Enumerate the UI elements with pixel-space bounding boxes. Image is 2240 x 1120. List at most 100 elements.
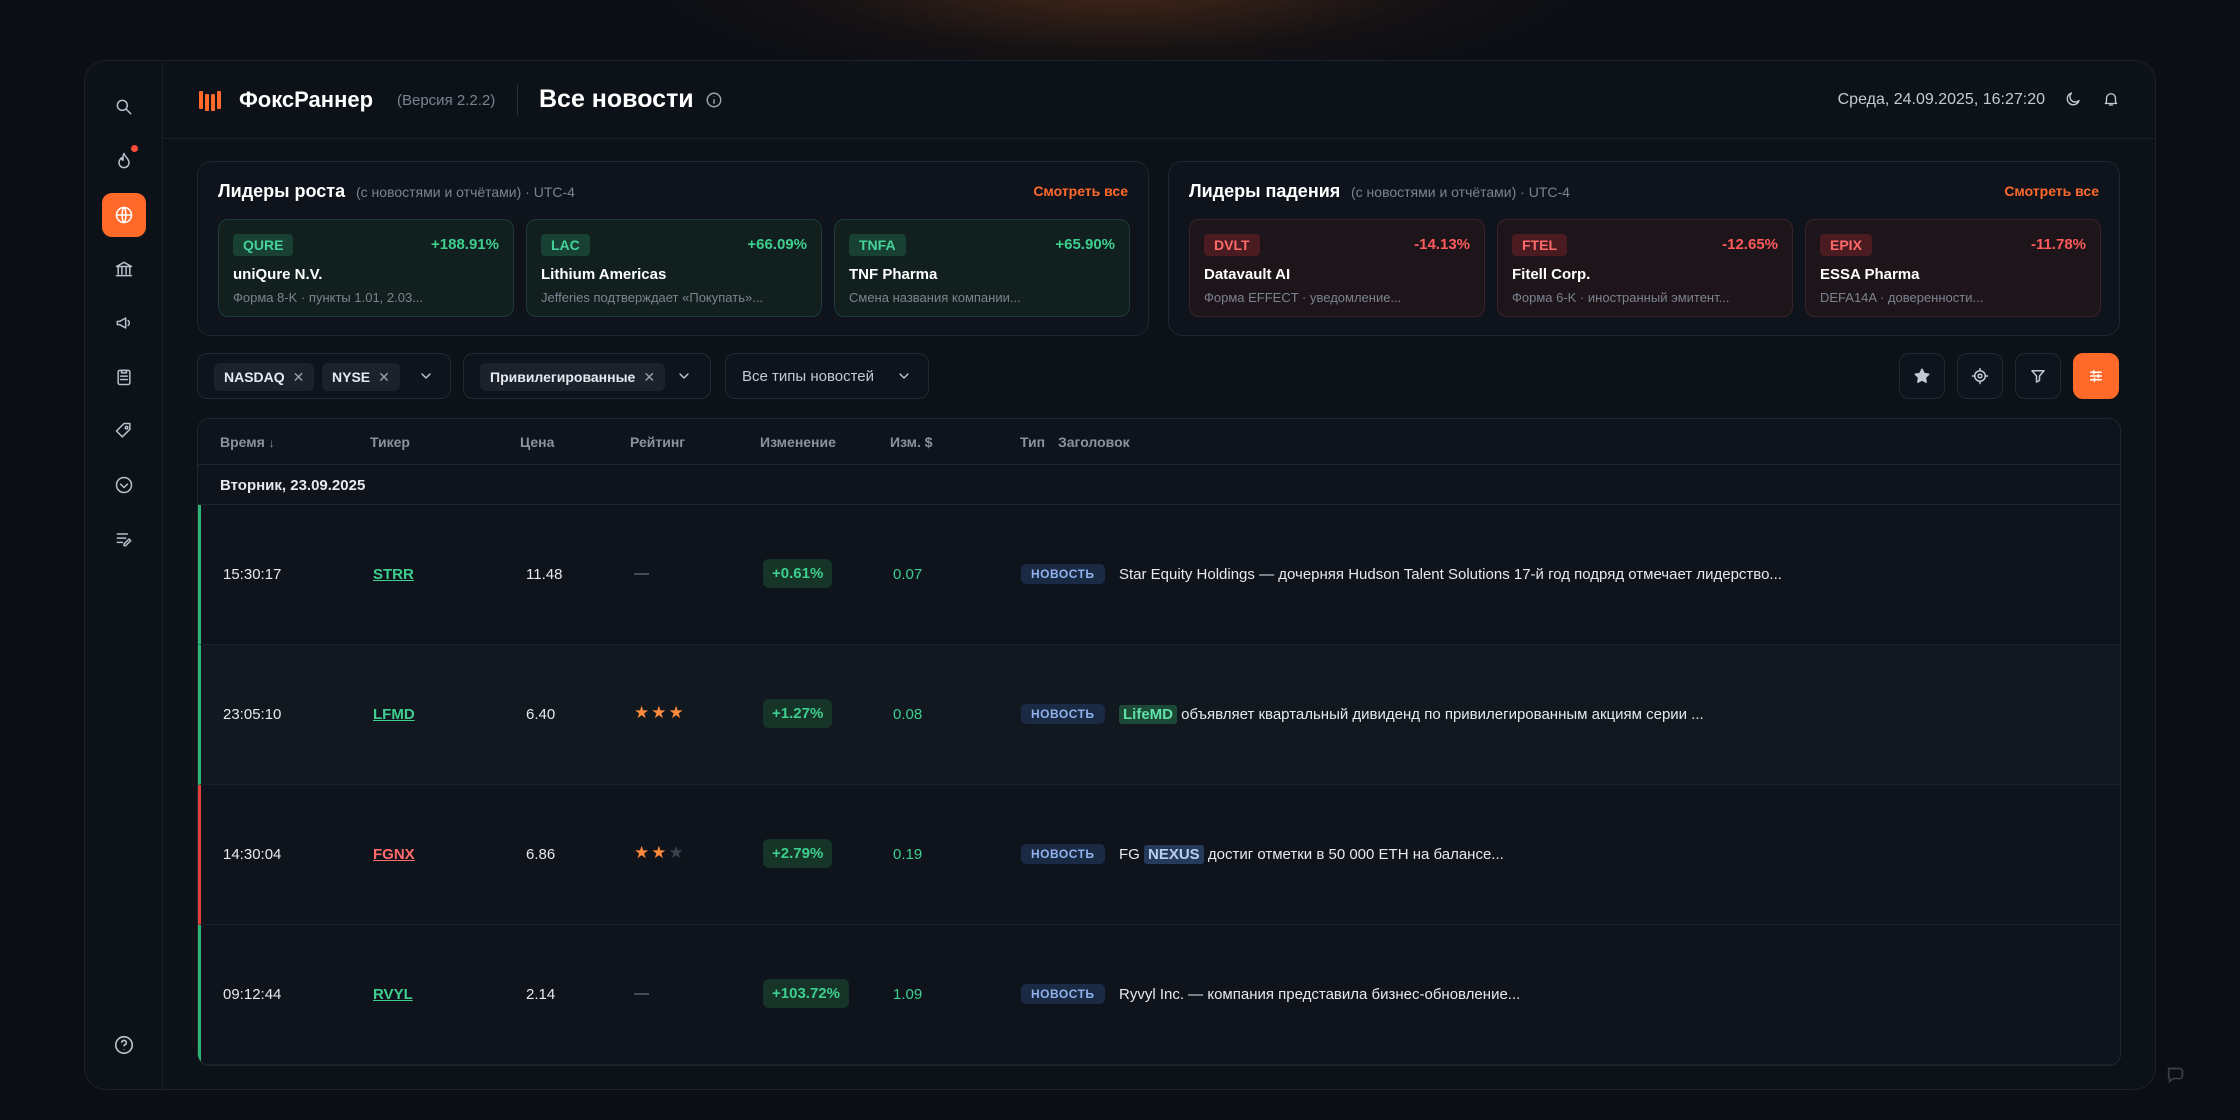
row-price: 6.40 (526, 706, 556, 723)
losers-title: Лидеры падения (1189, 181, 1341, 201)
page-title: Все новости (539, 85, 694, 113)
help-icon[interactable] (113, 1034, 135, 1056)
chip-label: Привилегированные (490, 369, 636, 385)
datetime: Среда, 24.09.2025, 16:27:20 (1837, 91, 2045, 108)
row-change: +0.61% (763, 559, 833, 588)
table-row[interactable]: 15:30:17 STRR 11.48 — +0.61% 0.07 НОВОСТ… (198, 505, 2120, 645)
table-row[interactable]: 23:05:10 LFMD 6.40 ★★★ +1.27% 0.08 НОВОС… (198, 645, 2120, 785)
loser-card[interactable]: FTEL -12.65% Fitell Corp. Форма 6-K · ин… (1497, 219, 1793, 317)
settings-button[interactable] (2073, 353, 2119, 399)
column-change[interactable]: Изменение (760, 434, 836, 450)
funnel-icon (2031, 370, 2045, 383)
column-rating[interactable]: Рейтинг (630, 434, 685, 450)
header: ФоксРаннер (Версия 2.2.2) Все новости Ср… (163, 61, 2155, 139)
sliders-icon (2090, 370, 2102, 382)
bell-icon[interactable] (2099, 87, 2123, 111)
fire-icon[interactable] (102, 139, 146, 183)
security-chip[interactable]: Привилегированные ✕ (480, 363, 666, 391)
column-price[interactable]: Цена (520, 434, 554, 450)
row-headline[interactable]: FG NEXUS достиг отметки в 50 000 ETH на … (1119, 845, 1504, 864)
close-icon[interactable]: ✕ (643, 369, 655, 386)
card-change: -11.78% (2030, 236, 2086, 253)
gainers-see-all-link[interactable]: Смотреть все (1033, 183, 1128, 199)
news-table: Время ↓ Тикер Цена Рейтинг Изменение Изм… (197, 418, 2121, 1066)
chevron-down-icon[interactable] (418, 368, 434, 384)
edit-list-icon[interactable] (102, 517, 146, 561)
sidebar (85, 61, 163, 1089)
chevron-down-icon[interactable] (676, 368, 692, 384)
card-description: Смена названия компании... (849, 290, 1021, 305)
gainers-subtitle: (с новостями и отчётами) · UTC-4 (356, 184, 575, 200)
column-headline[interactable]: Заголовок (1058, 434, 1130, 450)
row-headline[interactable]: LifeMD объявляет квартальный дивиденд по… (1119, 705, 1704, 724)
loser-card[interactable]: DVLT -14.13% Datavault AI Форма EFFECT ·… (1189, 219, 1485, 317)
clipboard-icon[interactable] (102, 355, 146, 399)
close-icon[interactable]: ✕ (293, 369, 305, 386)
loser-card[interactable]: EPIX -11.78% ESSA Pharma DEFA14A · довер… (1805, 219, 2101, 317)
globe-icon[interactable] (102, 193, 146, 237)
gainers-title: Лидеры роста (218, 181, 346, 201)
row-ticker[interactable]: STRR (373, 566, 414, 583)
table-row[interactable]: 09:12:44 RVYL 2.14 — +103.72% 1.09 НОВОС… (198, 925, 2120, 1065)
filter-button[interactable] (2015, 353, 2061, 399)
search-icon[interactable] (102, 85, 146, 129)
gainers-panel: Лидеры роста (с новостями и отчётами) · … (197, 161, 1149, 336)
row-change-usd: 0.08 (893, 706, 923, 723)
row-headline[interactable]: Star Equity Holdings — дочерняя Hudson T… (1119, 566, 1782, 583)
card-ticker: QURE (233, 234, 294, 256)
gainer-card[interactable]: LAC +66.09% Lithium Americas Jefferies п… (526, 219, 822, 317)
row-rating-stars: ★★★ (634, 703, 686, 722)
header-divider (517, 85, 518, 115)
row-change: +2.79% (763, 839, 833, 868)
moon-icon[interactable] (2061, 87, 2085, 111)
card-ticker: LAC (541, 234, 590, 256)
exchange-chip[interactable]: NYSE ✕ (322, 363, 400, 391)
column-ticker[interactable]: Тикер (370, 434, 410, 450)
row-change-usd: 0.07 (893, 566, 923, 583)
news-type-badge: НОВОСТЬ (1021, 844, 1105, 864)
row-rating-stars: ★★★ (634, 843, 686, 862)
row-price: 11.48 (526, 566, 563, 583)
news-type-badge: НОВОСТЬ (1021, 564, 1105, 584)
card-change: +188.91% (431, 236, 499, 253)
close-icon[interactable]: ✕ (378, 369, 390, 386)
megaphone-icon[interactable] (102, 301, 146, 345)
row-headline[interactable]: Ryvyl Inc. — компания представила бизнес… (1119, 986, 1520, 1003)
column-change-usd[interactable]: Изм. $ (890, 434, 933, 450)
table-row[interactable]: 14:30:04 FGNX 6.86 ★★★ +2.79% 0.19 НОВОС… (198, 785, 2120, 925)
news-type-filter[interactable]: Все типы новостей (725, 353, 929, 399)
security-type-filter[interactable]: Привилегированные ✕ (463, 353, 711, 399)
news-type-badge: НОВОСТЬ (1021, 704, 1105, 724)
losers-see-all-link[interactable]: Смотреть все (2004, 183, 2099, 199)
favorites-button[interactable] (1899, 353, 1945, 399)
chat-icon[interactable] (2165, 1063, 2187, 1085)
card-company: TNF Pharma (849, 266, 938, 283)
gainer-card[interactable]: QURE +188.91% uniQure N.V. Форма 8-K · п… (218, 219, 514, 317)
exchange-filter[interactable]: NASDAQ ✕ NYSE ✕ (197, 353, 451, 399)
row-time: 14:30:04 (223, 846, 282, 863)
gainer-card[interactable]: TNFA +65.90% TNF Pharma Смена названия к… (834, 219, 1130, 317)
card-company: ESSA Pharma (1820, 266, 1920, 283)
card-company: Lithium Americas (541, 266, 667, 283)
row-change-usd: 0.19 (893, 846, 923, 863)
column-type[interactable]: Тип (1020, 434, 1045, 450)
exchange-chip[interactable]: NASDAQ ✕ (214, 363, 315, 391)
column-time[interactable]: Время ↓ (220, 434, 275, 450)
card-company: uniQure N.V. (233, 266, 323, 283)
chevron-down-icon[interactable] (896, 368, 912, 384)
company-highlight: NEXUS (1144, 845, 1204, 864)
target-button[interactable] (1957, 353, 2003, 399)
row-ticker[interactable]: FGNX (373, 846, 415, 863)
notification-dot (131, 145, 138, 152)
row-ticker[interactable]: LFMD (373, 706, 415, 723)
chevron-circle-icon[interactable] (102, 463, 146, 507)
chip-label: NASDAQ (224, 369, 285, 385)
row-change: +103.72% (763, 979, 849, 1008)
tag-icon[interactable] (102, 409, 146, 453)
info-icon[interactable] (705, 91, 723, 109)
date-group-header: Вторник, 23.09.2025 (198, 465, 2120, 505)
row-change: +1.27% (763, 699, 833, 728)
bank-icon[interactable] (102, 247, 146, 291)
row-ticker[interactable]: RVYL (373, 986, 413, 1003)
app-version: (Версия 2.2.2) (397, 92, 496, 109)
